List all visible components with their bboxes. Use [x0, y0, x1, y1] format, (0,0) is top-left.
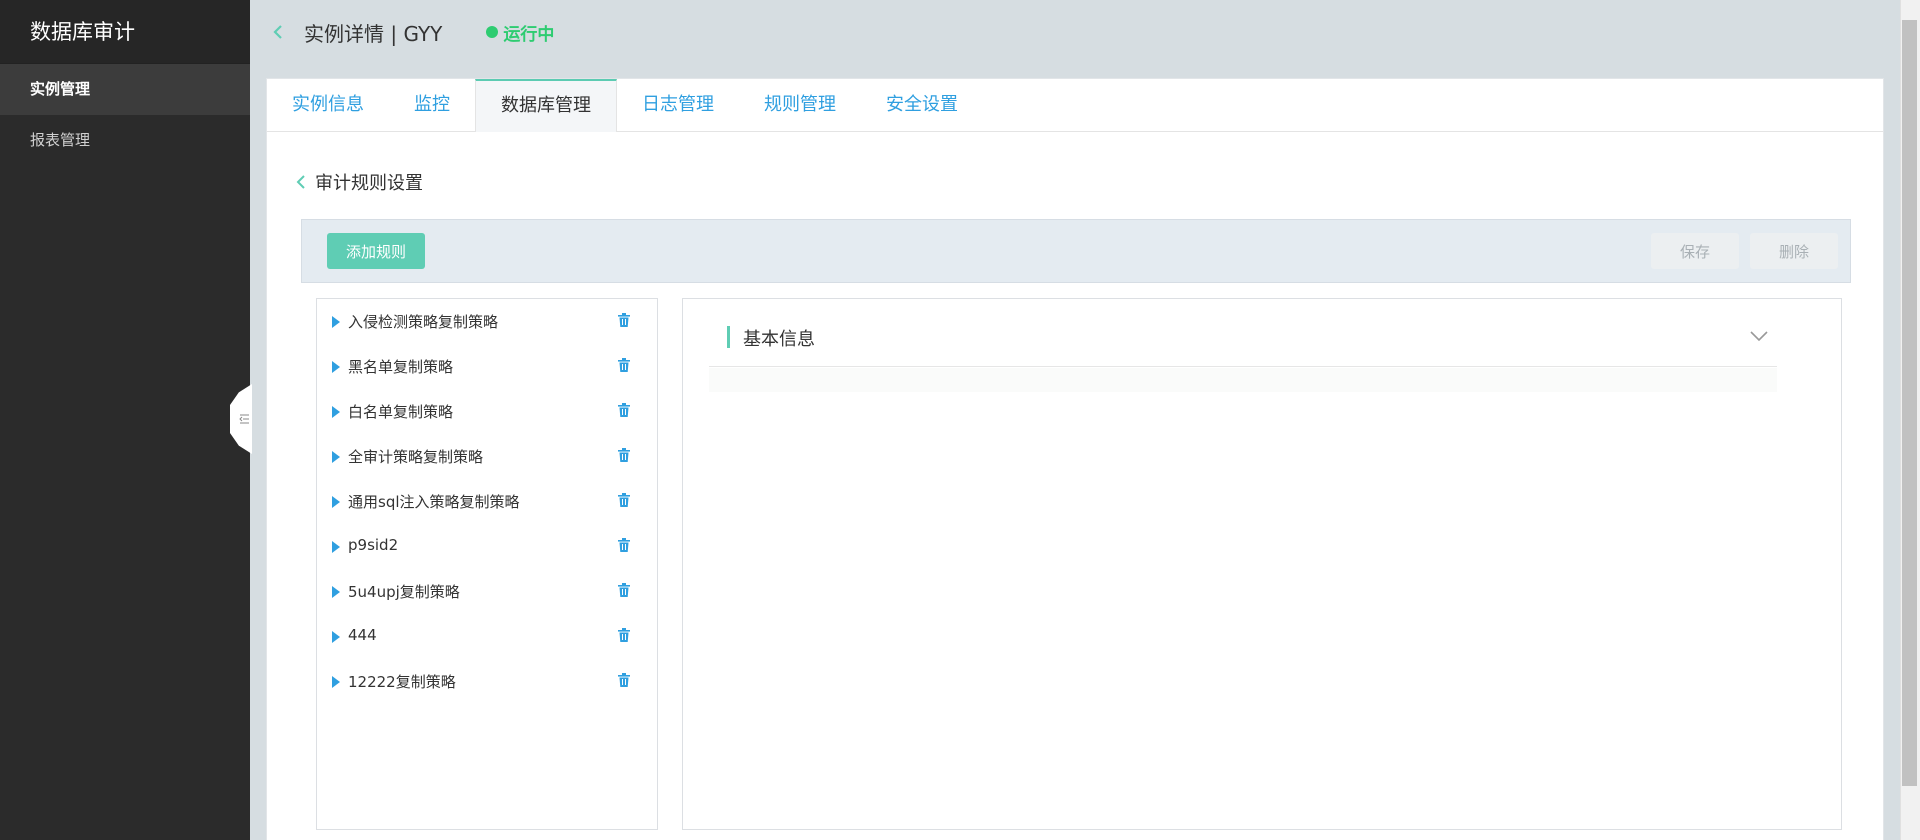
rule-item[interactable]: 全审计策略复制策略: [317, 434, 657, 479]
status-dot-icon: [486, 26, 499, 38]
caret-right-icon[interactable]: [331, 541, 341, 553]
collapse-sidebar-icon: [239, 414, 249, 424]
delete-button[interactable]: 删除: [1750, 233, 1838, 269]
page-scrollbar-thumb[interactable]: [1902, 20, 1917, 786]
rule-label: 全审计策略复制策略: [348, 448, 484, 466]
trash-icon[interactable]: [617, 357, 631, 373]
rule-item[interactable]: 5u4upj复制策略: [317, 569, 657, 614]
tab-database-management[interactable]: 数据库管理: [475, 79, 617, 132]
tab-log-management[interactable]: 日志管理: [617, 79, 739, 132]
caret-right-icon[interactable]: [331, 361, 341, 373]
rule-item[interactable]: 入侵检测策略复制策略: [317, 299, 657, 344]
trash-icon[interactable]: [617, 312, 631, 328]
rule-item[interactable]: 12222复制策略: [317, 659, 657, 704]
app-brand: 数据库审计: [0, 0, 250, 64]
caret-right-icon[interactable]: [331, 316, 341, 328]
rule-label: 444: [348, 626, 377, 644]
basic-info-body: [709, 368, 1777, 392]
basic-info-title: 基本信息: [743, 329, 815, 350]
rules-toolbar: 添加规则 保存 删除: [301, 219, 1851, 283]
rules-list: 入侵检测策略复制策略 黑名单复制策略 白名单复制策略 全审计策略复制策略 通用s…: [316, 298, 658, 830]
trash-icon[interactable]: [617, 492, 631, 508]
trash-icon[interactable]: [617, 627, 631, 643]
section-accent-bar: [727, 326, 730, 348]
tab-bar: 实例信息 监控 数据库管理 日志管理 规则管理 安全设置: [267, 79, 1883, 132]
add-rule-button[interactable]: 添加规则: [327, 233, 425, 269]
rule-item[interactable]: p9sid2: [317, 524, 657, 569]
main-card: 实例信息 监控 数据库管理 日志管理 规则管理 安全设置 审计规则设置 添加规则…: [266, 78, 1884, 840]
page-header: 实例详情 | GYY 运行中: [250, 0, 1900, 64]
back-icon[interactable]: [270, 24, 286, 40]
caret-right-icon[interactable]: [331, 451, 341, 463]
status-badge: 运行中: [486, 20, 554, 45]
rule-label: 黑名单复制策略: [348, 358, 454, 376]
rule-item[interactable]: 黑名单复制策略: [317, 344, 657, 389]
tab-instance-info[interactable]: 实例信息: [267, 79, 389, 132]
section-heading: 审计规则设置: [295, 169, 423, 195]
rule-label: 5u4upj复制策略: [348, 583, 460, 601]
rule-detail-panel: 基本信息: [682, 298, 1842, 830]
save-button[interactable]: 保存: [1651, 233, 1739, 269]
caret-right-icon[interactable]: [331, 406, 341, 418]
caret-right-icon[interactable]: [331, 676, 341, 688]
caret-right-icon[interactable]: [331, 496, 341, 508]
sidebar: 数据库审计 实例管理 报表管理: [0, 0, 250, 840]
rule-item[interactable]: 通用sql注入策略复制策略: [317, 479, 657, 524]
trash-icon[interactable]: [617, 672, 631, 688]
caret-right-icon[interactable]: [331, 631, 341, 643]
rule-item[interactable]: 白名单复制策略: [317, 389, 657, 434]
section-back-icon[interactable]: [295, 174, 307, 190]
section-title: 审计规则设置: [315, 173, 423, 194]
sidebar-item-report-management[interactable]: 报表管理: [0, 115, 250, 166]
rule-label: 白名单复制策略: [348, 403, 454, 421]
basic-info-header[interactable]: 基本信息: [709, 319, 1777, 367]
caret-right-icon[interactable]: [331, 586, 341, 598]
trash-icon[interactable]: [617, 537, 631, 553]
sidebar-item-instance-management[interactable]: 实例管理: [0, 64, 250, 115]
rule-label: 通用sql注入策略复制策略: [348, 493, 520, 511]
rule-item[interactable]: 444: [317, 614, 657, 659]
trash-icon[interactable]: [617, 447, 631, 463]
rule-label: 12222复制策略: [348, 673, 456, 691]
tab-rule-management[interactable]: 规则管理: [739, 79, 861, 132]
page-title: 实例详情 | GYY: [304, 21, 443, 46]
status-text: 运行中: [503, 24, 555, 45]
rule-label: 入侵检测策略复制策略: [348, 313, 499, 331]
trash-icon[interactable]: [617, 402, 631, 418]
tab-monitoring[interactable]: 监控: [389, 79, 475, 132]
rule-label: p9sid2: [348, 536, 399, 554]
chevron-down-icon[interactable]: [1749, 329, 1769, 343]
trash-icon[interactable]: [617, 582, 631, 598]
tab-security-settings[interactable]: 安全设置: [861, 79, 983, 132]
